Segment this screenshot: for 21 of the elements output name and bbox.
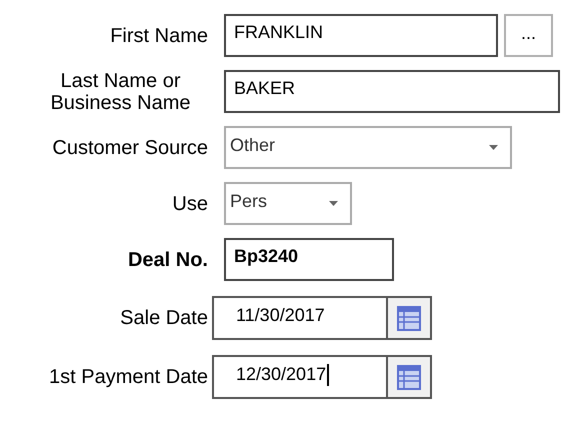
- field-label: Sale Date: [120, 307, 208, 329]
- text-field[interactable]: Bp3240: [224, 238, 394, 281]
- calendar-button[interactable]: [386, 296, 432, 340]
- field-label: 1st Payment Date: [49, 366, 208, 388]
- field-label: Deal No.: [128, 248, 208, 270]
- dropdown[interactable]: Pers: [224, 182, 352, 225]
- field-label: First Name: [110, 24, 208, 46]
- browse-button[interactable]: ...: [504, 14, 553, 57]
- dropdown-arrow-icon: [489, 145, 498, 150]
- calendar-icon: [397, 305, 421, 331]
- date-field[interactable]: 12/30/2017: [212, 355, 386, 399]
- dropdown-arrow-icon: [329, 201, 338, 206]
- date-field[interactable]: 11/30/2017: [212, 296, 386, 340]
- field-label: Use: [172, 192, 208, 214]
- field-label: Customer Source: [52, 136, 208, 158]
- text-field[interactable]: BAKER: [224, 70, 560, 113]
- field-label: Last Name or Business Name: [49, 70, 192, 114]
- text-field[interactable]: FRANKLIN: [224, 14, 498, 57]
- calendar-button[interactable]: [386, 355, 432, 399]
- dropdown[interactable]: Other: [224, 126, 512, 169]
- calendar-icon: [397, 364, 421, 390]
